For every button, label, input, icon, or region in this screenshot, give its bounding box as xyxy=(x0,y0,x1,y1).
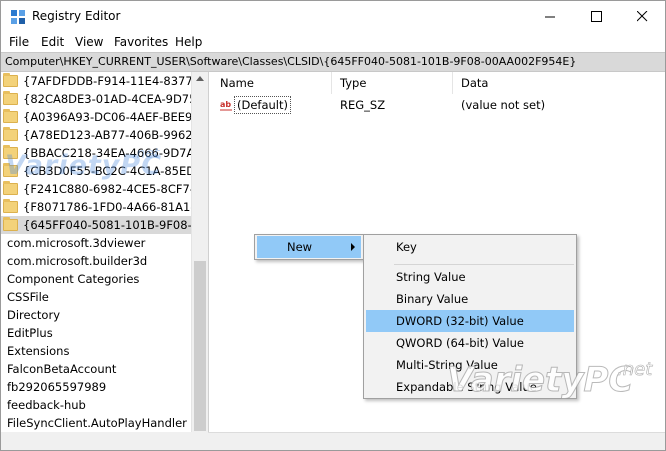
tree-item[interactable]: com.microsoft.3dviewer xyxy=(7,234,145,252)
value-type: REG_SZ xyxy=(340,98,386,112)
menu-item-dword-value[interactable]: DWORD (32-bit) Value xyxy=(366,310,574,332)
tree-item[interactable]: {A0396A93-DC06-4AEF-BEE9-95 xyxy=(3,108,191,126)
maximize-button[interactable] xyxy=(573,1,619,32)
watermark-text: VarietyPC xyxy=(446,360,634,401)
tree-item[interactable]: FalconBetaAccount xyxy=(7,360,116,378)
folder-icon xyxy=(3,181,18,195)
string-value-icon: ab xyxy=(220,100,232,111)
folder-icon xyxy=(3,109,18,123)
close-button[interactable] xyxy=(619,1,665,32)
window-title: Registry Editor xyxy=(32,9,121,23)
tree-item[interactable]: {82CA8DE3-01AD-4CEA-9D75-B xyxy=(3,90,191,108)
tree-item[interactable]: CSSFile xyxy=(7,288,49,306)
chevron-right-icon xyxy=(351,243,355,251)
registry-editor-icon xyxy=(11,10,25,24)
folder-icon xyxy=(3,199,18,213)
address-bar[interactable]: Computer\HKEY_CURRENT_USER\Software\Clas… xyxy=(1,52,665,72)
minimize-icon xyxy=(544,16,555,18)
menu-item-new[interactable]: New xyxy=(257,236,361,258)
svg-text:ab: ab xyxy=(220,100,231,109)
menu-item-key[interactable]: Key xyxy=(366,236,574,258)
menu-edit[interactable]: Edit xyxy=(41,35,64,49)
registry-tree: {7AFDFDDB-F914-11E4-8377-6C {82CA8DE3-01… xyxy=(1,72,191,432)
title-bar[interactable]: Registry Editor xyxy=(1,1,665,32)
tree-item[interactable]: {F8071786-1FD0-4A66-81A1-3C xyxy=(3,198,191,216)
tree-item[interactable]: Directory xyxy=(7,306,60,324)
close-icon xyxy=(636,11,647,22)
menu-help[interactable]: Help xyxy=(175,35,202,49)
menu-file[interactable]: File xyxy=(9,35,29,49)
minimize-button[interactable] xyxy=(527,1,573,32)
value-row[interactable]: ab (Default) REG_SZ (value not set) xyxy=(212,96,665,114)
tree-item[interactable]: FileSyncClient.AutoPlayHandler xyxy=(7,414,187,432)
folder-icon xyxy=(3,127,18,141)
menu-bar: File Edit View Favorites Help xyxy=(1,32,665,52)
scroll-up-icon[interactable] xyxy=(196,76,204,81)
tree-item[interactable]: feedback-hub xyxy=(7,396,86,414)
column-name-header[interactable]: Name xyxy=(212,72,332,94)
column-data-header[interactable]: Data xyxy=(453,72,665,94)
watermark-suffix: .net xyxy=(132,146,160,162)
menu-item-string-value[interactable]: String Value xyxy=(366,266,574,288)
folder-icon xyxy=(3,217,18,231)
tree-item[interactable]: {7AFDFDDB-F914-11E4-8377-6C xyxy=(3,72,191,90)
menu-item-binary-value[interactable]: Binary Value xyxy=(366,288,574,310)
tree-item[interactable]: {A78ED123-AB77-406B-9962-2A xyxy=(3,126,191,144)
value-name[interactable]: (Default) xyxy=(234,96,291,114)
tree-item[interactable]: com.microsoft.builder3d xyxy=(7,252,147,270)
address-path: Computer\HKEY_CURRENT_USER\Software\Clas… xyxy=(5,55,577,68)
tree-item[interactable]: EditPlus xyxy=(7,324,53,342)
scroll-thumb[interactable] xyxy=(194,261,206,431)
registry-editor-window: Registry Editor File Edit View Favorites… xyxy=(0,0,666,451)
value-data: (value not set) xyxy=(461,98,546,112)
tree-item[interactable]: Extensions xyxy=(7,342,69,360)
context-menu: New xyxy=(254,234,364,260)
watermark-suffix: .net xyxy=(617,359,653,381)
folder-icon xyxy=(3,73,18,87)
tree-scrollbar[interactable] xyxy=(191,72,208,432)
tree-item[interactable]: fb292065597989 xyxy=(7,378,106,396)
tree-item[interactable]: {F241C880-6982-4CE5-8CF7-70 xyxy=(3,180,191,198)
menu-item-qword-value[interactable]: QWORD (64-bit) Value xyxy=(366,332,574,354)
tree-horizontal-scrollbar[interactable] xyxy=(1,432,208,450)
folder-icon xyxy=(3,91,18,105)
menu-view[interactable]: View xyxy=(75,35,103,49)
tree-item-selected[interactable]: {645FF040-5081-101B-9F08-00A xyxy=(1,216,191,234)
column-type-header[interactable]: Type xyxy=(332,72,453,94)
tree-item[interactable]: Component Categories xyxy=(7,270,139,288)
menu-separator xyxy=(394,264,574,265)
menu-favorites[interactable]: Favorites xyxy=(114,35,168,49)
maximize-icon xyxy=(590,11,602,22)
